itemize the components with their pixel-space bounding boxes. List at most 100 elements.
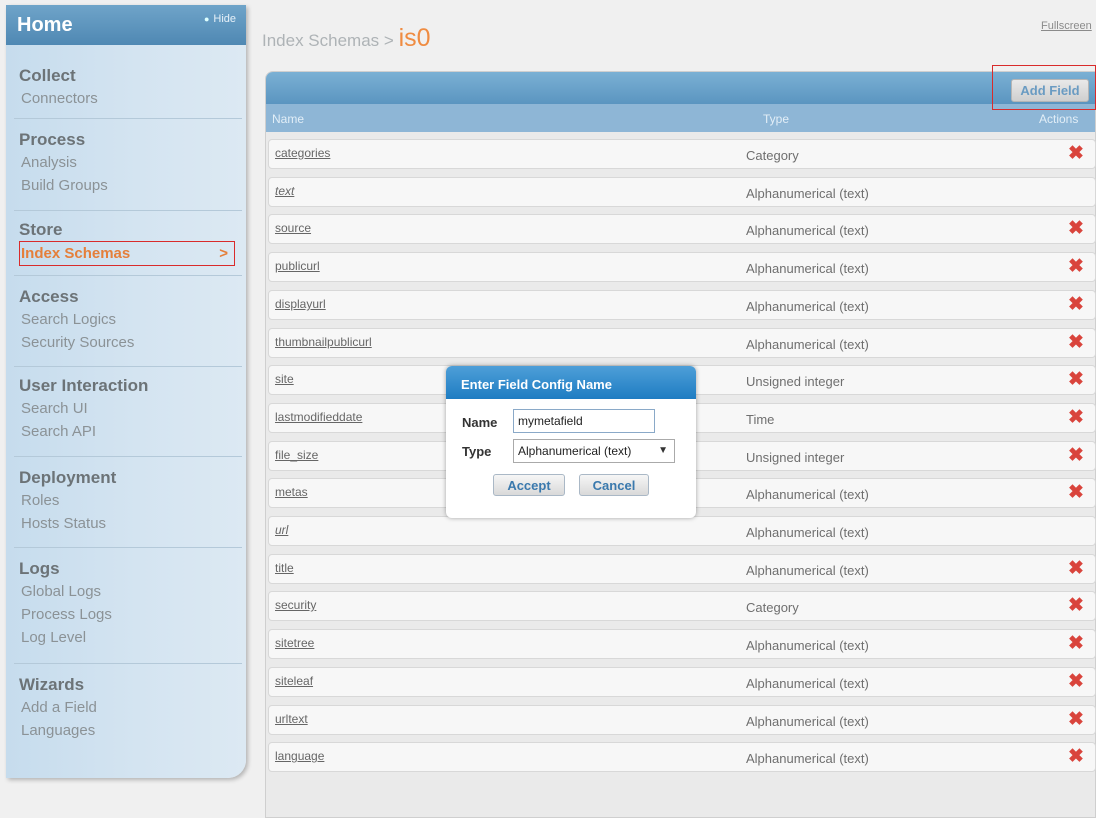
- field-type: Alphanumerical (text): [746, 299, 869, 314]
- sidebar-item-roles[interactable]: Roles: [6, 489, 246, 512]
- sidebar-item-process-logs[interactable]: Process Logs: [6, 603, 246, 626]
- field-name-link[interactable]: thumbnailpublicurl: [275, 335, 372, 349]
- field-name-link[interactable]: siteleaf: [275, 674, 313, 688]
- accept-button[interactable]: Accept: [493, 474, 565, 496]
- breadcrumb-parent[interactable]: Index Schemas: [262, 31, 379, 50]
- breadcrumb-current: is0: [398, 24, 431, 52]
- delete-x-icon[interactable]: ✖: [1068, 219, 1084, 239]
- sidebar-item-search-api[interactable]: Search API: [6, 420, 246, 443]
- field-name-link[interactable]: publicurl: [275, 259, 320, 273]
- delete-x-icon[interactable]: ✖: [1068, 257, 1084, 277]
- sidebar-item-add-a-field[interactable]: Add a Field: [6, 696, 246, 719]
- field-name-link[interactable]: categories: [275, 146, 330, 160]
- sidebar-divider: [14, 456, 242, 457]
- sidebar-item-global-logs[interactable]: Global Logs: [6, 580, 246, 603]
- table-row: language Alphanumerical (text) ✖: [268, 742, 1096, 772]
- field-name-link[interactable]: url: [275, 523, 288, 537]
- type-select-value: Alphanumerical (text): [518, 444, 632, 458]
- delete-x-icon[interactable]: ✖: [1068, 596, 1084, 616]
- delete-x-icon[interactable]: ✖: [1068, 634, 1084, 654]
- sidebar-item-index-schemas-label: Index Schemas: [21, 245, 131, 262]
- fullscreen-link[interactable]: Fullscreen: [1041, 20, 1092, 32]
- table-row: security Category ✖: [268, 591, 1096, 621]
- sidebar-item-security-sources[interactable]: Security Sources: [6, 331, 246, 354]
- hide-label: Hide: [213, 13, 236, 25]
- field-name-link[interactable]: metas: [275, 485, 308, 499]
- sidebar-item-connectors[interactable]: Connectors: [6, 87, 246, 110]
- sidebar-heading-deployment: Deployment: [19, 468, 117, 487]
- sidebar-item-hosts-status[interactable]: Hosts Status: [6, 512, 246, 535]
- sidebar-divider: [14, 547, 242, 548]
- hide-button[interactable]: ● Hide: [204, 13, 236, 25]
- cancel-button[interactable]: Cancel: [579, 474, 649, 496]
- field-type: Alphanumerical (text): [746, 337, 869, 352]
- sidebar-item-languages[interactable]: Languages: [6, 719, 246, 742]
- sidebar-item-search-logics[interactable]: Search Logics: [6, 308, 246, 331]
- delete-x-icon[interactable]: ✖: [1068, 446, 1084, 466]
- table-row: sitetree Alphanumerical (text) ✖: [268, 629, 1096, 659]
- chevron-right-icon: >: [219, 245, 228, 262]
- delete-x-icon[interactable]: ✖: [1068, 747, 1084, 767]
- panel-toolbar: Add Field: [266, 72, 1095, 104]
- field-type: Alphanumerical (text): [746, 676, 869, 691]
- delete-x-icon[interactable]: ✖: [1068, 408, 1084, 428]
- field-name-link[interactable]: urltext: [275, 712, 308, 726]
- field-name-link[interactable]: displayurl: [275, 297, 326, 311]
- type-select[interactable]: Alphanumerical (text) ▼: [513, 439, 675, 463]
- sidebar-heading-wizards: Wizards: [19, 675, 85, 694]
- breadcrumb-separator: >: [383, 31, 394, 50]
- field-type: Alphanumerical (text): [746, 223, 869, 238]
- field-type: Alphanumerical (text): [746, 186, 869, 201]
- sidebar-home-header[interactable]: Home ● Hide: [6, 5, 246, 45]
- sidebar-heading-access: Access: [19, 287, 79, 306]
- sidebar-divider: [14, 210, 242, 211]
- field-name-link[interactable]: site: [275, 372, 294, 386]
- column-header-name: Name: [272, 112, 305, 126]
- field-name-link[interactable]: source: [275, 221, 311, 235]
- field-name-link[interactable]: text: [275, 184, 294, 198]
- pin-icon: ●: [203, 14, 210, 24]
- sidebar-item-log-level[interactable]: Log Level: [6, 626, 246, 649]
- field-name-link[interactable]: language: [275, 749, 324, 763]
- column-header-type: Type: [763, 112, 790, 126]
- sidebar-item-search-ui[interactable]: Search UI: [6, 397, 246, 420]
- sidebar-heading-collect: Collect: [19, 66, 76, 85]
- sidebar-item-build-groups[interactable]: Build Groups: [6, 174, 246, 197]
- field-type: Unsigned integer: [746, 450, 845, 465]
- delete-x-icon[interactable]: ✖: [1068, 710, 1084, 730]
- breadcrumb: Index Schemas > is0: [262, 24, 431, 53]
- sidebar-divider: [14, 118, 242, 119]
- name-input[interactable]: [513, 409, 655, 433]
- type-label: Type: [462, 444, 492, 459]
- delete-x-icon[interactable]: ✖: [1068, 295, 1084, 315]
- table-header: Name Type Actions: [266, 104, 1095, 132]
- table-row: title Alphanumerical (text) ✖: [268, 554, 1096, 584]
- field-name-link[interactable]: sitetree: [275, 636, 314, 650]
- field-type: Alphanumerical (text): [746, 487, 869, 502]
- field-config-dialog: Enter Field Config Name Name Type Alphan…: [446, 366, 696, 518]
- delete-x-icon[interactable]: ✖: [1068, 370, 1084, 390]
- delete-x-icon[interactable]: ✖: [1068, 672, 1084, 692]
- sidebar-item-analysis[interactable]: Analysis: [6, 151, 246, 174]
- delete-x-icon[interactable]: ✖: [1068, 559, 1084, 579]
- field-type: Time: [746, 412, 775, 427]
- table-row: publicurl Alphanumerical (text) ✖: [268, 252, 1096, 282]
- field-type: Alphanumerical (text): [746, 563, 869, 578]
- sidebar-section-collect: Collect Connectors: [6, 65, 246, 110]
- delete-x-icon[interactable]: ✖: [1068, 144, 1084, 164]
- field-name-link[interactable]: security: [275, 598, 316, 612]
- sidebar-heading-process: Process: [19, 130, 86, 149]
- field-name-link[interactable]: title: [275, 561, 294, 575]
- add-field-highlight: [992, 65, 1096, 110]
- field-name-link[interactable]: lastmodifieddate: [275, 410, 362, 424]
- table-row: url Alphanumerical (text): [268, 516, 1096, 546]
- sidebar-item-index-schemas[interactable]: Index Schemas >: [19, 241, 235, 266]
- dialog-title[interactable]: Enter Field Config Name: [446, 366, 696, 399]
- caret-down-icon: ▼: [658, 445, 668, 456]
- home-title[interactable]: Home: [17, 14, 73, 37]
- name-label: Name: [462, 415, 498, 430]
- column-header-actions: Actions: [1039, 112, 1079, 126]
- delete-x-icon[interactable]: ✖: [1068, 483, 1084, 503]
- delete-x-icon[interactable]: ✖: [1068, 333, 1084, 353]
- field-name-link[interactable]: file_size: [275, 448, 318, 462]
